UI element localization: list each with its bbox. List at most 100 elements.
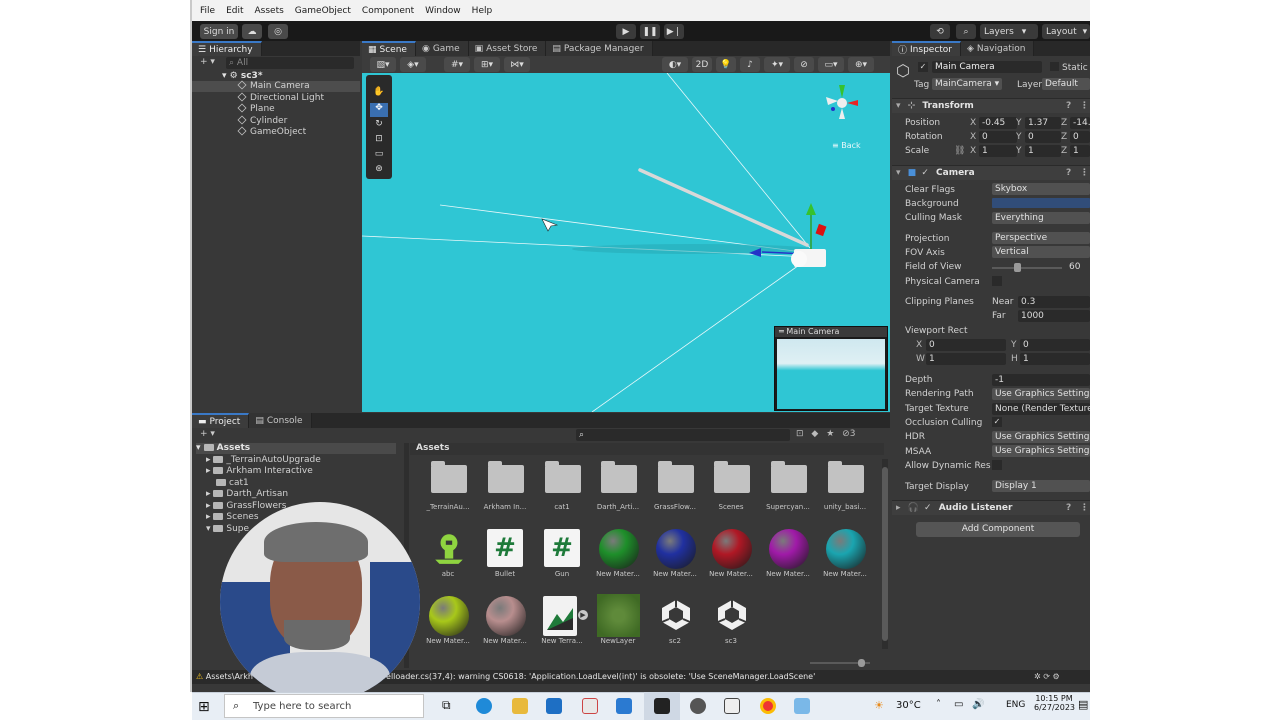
gizmos-icon[interactable]: ⊕▾ [848,57,874,72]
viewport-h-field[interactable]: 1 [1020,353,1090,365]
assets-root-item[interactable]: ▾ Assets [196,443,396,454]
volume-icon[interactable]: 🔊 [972,699,984,710]
position-y-field[interactable]: 1.37 [1025,117,1061,129]
favorite-icon[interactable]: ★ [826,429,834,439]
visibility-icon[interactable]: ⊘ [794,57,814,72]
settings-icon[interactable]: ⋮ [1080,99,1089,114]
unity-hub-icon[interactable] [690,698,706,714]
transform-tool-icon[interactable]: ⊛ [370,164,388,178]
add-object-button[interactable]: + ▾ [200,57,215,67]
notepad-icon[interactable] [794,698,810,714]
menu-edit[interactable]: Edit [226,6,243,16]
lighting-icon[interactable]: 💡 [716,57,736,72]
align-icon[interactable]: ⋈▾ [504,57,530,72]
layout-dropdown[interactable]: Layout ▾ [1042,24,1090,39]
occlusion-culling-checkbox[interactable]: ✓ [992,417,1002,427]
gear-icon[interactable]: ⚙ [1053,672,1060,681]
project-search-input[interactable]: ⌕ [576,429,790,441]
menu-assets[interactable]: Assets [255,6,284,16]
windows-start-icon[interactable]: ⊞ [198,699,210,715]
network-icon[interactable]: ▭ [954,699,963,710]
depth-field[interactable]: -1 [992,374,1090,386]
step-button[interactable]: ▶❘ [664,24,684,39]
transform-header[interactable]: ▾ ⊹ Transform ? ⋮ [892,98,1090,113]
rotate-tool-icon[interactable]: ↻ [370,119,388,133]
tab-game[interactable]: ◉ Game [415,41,469,56]
effects-icon[interactable]: ✦▾ [764,57,790,72]
rect-tool-icon[interactable]: ▭ [370,149,388,163]
tab-scene[interactable]: ▦ Scene [362,41,416,56]
project-tree-item[interactable]: cat1 [216,478,249,488]
scale-tool-icon[interactable]: ⊡ [370,134,388,148]
menu-gameobject[interactable]: GameObject [295,6,351,16]
link-icon[interactable]: ⛓ [954,146,965,156]
tab-inspector[interactable]: ⓘ Inspector [892,41,961,56]
projection-dropdown[interactable]: Perspective [992,232,1090,244]
clear-flags-dropdown[interactable]: Skybox [992,183,1090,195]
scale-y-field[interactable]: 1 [1025,145,1061,157]
hierarchy-item-cylinder[interactable]: Cylinder [237,115,287,126]
help-icon[interactable]: ? [1066,166,1071,181]
scene-viewport[interactable]: ✋ ✥ ↻ ⊡ ▭ ⊛ ≡ Back ═ Main Camera [362,73,890,412]
audio-listener-header[interactable]: ▸ 🎧 ✓ Audio Listener ? ⋮ [892,500,1090,515]
help-icon[interactable]: ? [1066,99,1071,114]
hierarchy-item-main-camera[interactable]: Main Camera [192,80,360,92]
tab-asset-store[interactable]: ▣ Asset Store [468,41,547,56]
near-field[interactable]: 0.3 [1018,296,1090,308]
tab-project[interactable]: ▬ Project [192,413,250,428]
play-button[interactable]: ▶ [616,24,636,39]
target-texture-field[interactable]: None (Render Texture) [992,403,1090,415]
search-icon[interactable]: ⌕ [956,24,976,39]
help-icon[interactable]: ? [1066,501,1071,516]
edge-browser-icon[interactable] [476,698,492,714]
scale-x-field[interactable]: 1 [979,145,1017,157]
camera-settings-icon[interactable]: ▭▾ [818,57,844,72]
layers-dropdown[interactable]: Layers ▾ [980,24,1038,39]
draw-mode-dropdown[interactable]: ▧▾ [370,57,396,72]
pause-button[interactable]: ❚❚ [640,24,660,39]
scale-z-field[interactable]: 1 [1070,145,1090,157]
hand-tool-icon[interactable]: ✋ [370,87,388,101]
menu-component[interactable]: Component [362,6,414,16]
filter-type-icon[interactable]: ⊡ [796,429,804,439]
hierarchy-item-gameobject[interactable]: GameObject [237,126,306,137]
store-icon[interactable] [582,698,598,714]
icon-size-thumb[interactable] [858,659,865,667]
fov-axis-dropdown[interactable]: Vertical [992,246,1090,258]
tag-dropdown[interactable]: MainCamera ▾ [932,78,1002,90]
breadcrumb-assets[interactable]: Assets [416,443,449,453]
vscode-icon[interactable] [616,698,632,714]
background-color-swatch[interactable] [992,198,1090,208]
history-icon[interactable]: ⟲ [930,24,950,39]
tray-chevron-icon[interactable]: ˄ [936,699,941,710]
taskbar-search-box[interactable]: ⌕ Type here to search [224,694,424,718]
expand-arrow-icon[interactable]: ▶ [578,610,588,620]
asset-grid-scrollbar[interactable] [882,459,888,649]
project-tree-item[interactable]: ▸ _TerrainAutoUpgrade [206,455,321,465]
active-checkbox[interactable]: ✓ [918,62,928,72]
viewport-x-field[interactable]: 0 [926,339,1006,351]
position-z-field[interactable]: -14. [1070,117,1090,129]
rotation-z-field[interactable]: 0 [1070,131,1090,143]
clock[interactable]: 10:15 PM 6/27/2023 [1034,694,1075,712]
viewport-w-field[interactable]: 1 [926,353,1006,365]
add-component-button[interactable]: Add Component [916,522,1080,537]
tab-hierarchy[interactable]: ☰ Hierarchy [192,41,262,56]
language-indicator[interactable]: ENG [1006,700,1025,710]
fov-slider-thumb[interactable] [1014,263,1021,272]
settings-icon[interactable]: ⋮ [1080,166,1089,181]
tab-navigation[interactable]: ◈ Navigation [961,41,1035,56]
culling-mask-dropdown[interactable]: Everything [992,212,1090,224]
mail-icon[interactable] [546,698,562,714]
project-tree-item[interactable]: ▸ GrassFlowers [206,501,286,511]
menu-file[interactable]: File [200,6,215,16]
camera-enabled-checkbox[interactable]: ✓ [921,168,929,178]
object-name-field[interactable]: Main Camera [932,61,1042,73]
rotation-y-field[interactable]: 0 [1025,131,1061,143]
static-toggle[interactable]: Static [1050,62,1088,73]
grid-snap-icon[interactable]: #▾ [444,57,470,72]
project-tree-item[interactable]: ▸ Arkham Interactive [206,466,313,476]
refresh-icon[interactable]: ⟳ [1043,672,1050,681]
sign-in-button[interactable]: Sign in [200,24,238,39]
hierarchy-item-plane[interactable]: Plane [237,103,275,114]
